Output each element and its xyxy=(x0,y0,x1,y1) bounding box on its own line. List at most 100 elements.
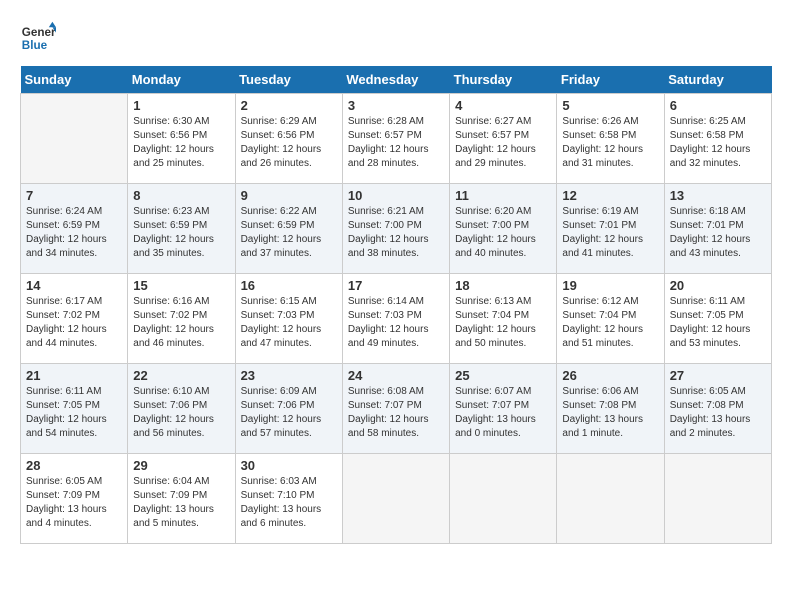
day-info: Sunrise: 6:17 AM Sunset: 7:02 PM Dayligh… xyxy=(26,295,122,351)
day-info: Sunrise: 6:10 AM Sunset: 7:06 PM Dayligh… xyxy=(133,385,229,441)
calendar-cell: 10 Sunrise: 6:21 AM Sunset: 7:00 PM Dayli… xyxy=(342,184,449,274)
day-info: Sunrise: 6:13 AM Sunset: 7:04 PM Dayligh… xyxy=(455,295,551,351)
day-number: 10 xyxy=(348,188,444,203)
calendar-cell: 8Sunrise: 6:23 AM Sunset: 6:59 PM Daylig… xyxy=(128,184,235,274)
day-info: Sunrise: 6:22 AM Sunset: 6:59 PM Dayligh… xyxy=(241,205,337,261)
calendar-cell: 25 Sunrise: 6:07 AM Sunset: 7:07 PM Dayli… xyxy=(450,364,557,454)
calendar-cell: 6 Sunrise: 6:25 AM Sunset: 6:58 PM Daylig… xyxy=(664,94,771,184)
calendar-cell: 2 Sunrise: 6:29 AM Sunset: 6:56 PM Daylig… xyxy=(235,94,342,184)
calendar-cell: 24 Sunrise: 6:08 AM Sunset: 7:07 PM Dayli… xyxy=(342,364,449,454)
calendar-cell: 21Sunrise: 6:11 AM Sunset: 7:05 PM Dayli… xyxy=(21,364,128,454)
day-info: Sunrise: 6:19 AM Sunset: 7:01 PM Dayligh… xyxy=(562,205,658,261)
day-number: 1 xyxy=(133,98,229,113)
day-info: Sunrise: 6:30 AM Sunset: 6:56 PM Dayligh… xyxy=(133,115,229,171)
day-number: 25 xyxy=(455,368,551,383)
calendar-cell: 28 Sunrise: 6:05 AM Sunset: 7:09 PM Dayli… xyxy=(21,454,128,544)
calendar-cell: 17 Sunrise: 6:14 AM Sunset: 7:03 PM Dayli… xyxy=(342,274,449,364)
calendar-cell xyxy=(664,454,771,544)
calendar-cell: 16Sunrise: 6:15 AM Sunset: 7:03 PM Dayli… xyxy=(235,274,342,364)
day-number: 29 xyxy=(133,458,229,473)
calendar-table: SundayMondayTuesdayWednesdayThursdayFrid… xyxy=(20,66,772,544)
calendar-cell: 19 Sunrise: 6:12 AM Sunset: 7:04 PM Dayli… xyxy=(557,274,664,364)
header-row: SundayMondayTuesdayWednesdayThursdayFrid… xyxy=(21,66,772,94)
day-info: Sunrise: 6:07 AM Sunset: 7:07 PM Dayligh… xyxy=(455,385,551,441)
calendar-cell: 15 Sunrise: 6:16 AM Sunset: 7:02 PM Dayli… xyxy=(128,274,235,364)
day-number: 7 xyxy=(26,188,122,203)
day-number: 6 xyxy=(670,98,766,113)
day-info: Sunrise: 6:29 AM Sunset: 6:56 PM Dayligh… xyxy=(241,115,337,171)
day-number: 17 xyxy=(348,278,444,293)
calendar-cell xyxy=(342,454,449,544)
calendar-week-1: 1 Sunrise: 6:30 AM Sunset: 6:56 PM Daylig… xyxy=(21,94,772,184)
day-number: 16 xyxy=(241,278,337,293)
day-number: 19 xyxy=(562,278,658,293)
day-info: Sunrise: 6:21 AM Sunset: 7:00 PM Dayligh… xyxy=(348,205,444,261)
day-number: 14 xyxy=(26,278,122,293)
calendar-cell: 30 Sunrise: 6:03 AM Sunset: 7:10 PM Dayli… xyxy=(235,454,342,544)
day-info: Sunrise: 6:08 AM Sunset: 7:07 PM Dayligh… xyxy=(348,385,444,441)
day-number: 28 xyxy=(26,458,122,473)
day-info: Sunrise: 6:12 AM Sunset: 7:04 PM Dayligh… xyxy=(562,295,658,351)
day-number: 11 xyxy=(455,188,551,203)
day-info: Sunrise: 6:18 AM Sunset: 7:01 PM Dayligh… xyxy=(670,205,766,261)
calendar-cell: 20 Sunrise: 6:11 AM Sunset: 7:05 PM Dayli… xyxy=(664,274,771,364)
logo-icon: General Blue xyxy=(20,20,56,56)
logo: General Blue xyxy=(20,20,60,56)
day-info: Sunrise: 6:04 AM Sunset: 7:09 PM Dayligh… xyxy=(133,475,229,531)
day-info: Sunrise: 6:11 AM Sunset: 7:05 PM Dayligh… xyxy=(670,295,766,351)
day-info: Sunrise: 6:23 AM Sunset: 6:59 PM Dayligh… xyxy=(133,205,229,261)
calendar-cell: 23 Sunrise: 6:09 AM Sunset: 7:06 PM Dayli… xyxy=(235,364,342,454)
calendar-cell: 26 Sunrise: 6:06 AM Sunset: 7:08 PM Dayli… xyxy=(557,364,664,454)
day-number: 24 xyxy=(348,368,444,383)
day-info: Sunrise: 6:27 AM Sunset: 6:57 PM Dayligh… xyxy=(455,115,551,171)
day-info: Sunrise: 6:05 AM Sunset: 7:08 PM Dayligh… xyxy=(670,385,766,441)
calendar-week-3: 14 Sunrise: 6:17 AM Sunset: 7:02 PM Dayli… xyxy=(21,274,772,364)
day-number: 26 xyxy=(562,368,658,383)
header-cell-monday: Monday xyxy=(128,66,235,94)
day-number: 2 xyxy=(241,98,337,113)
day-info: Sunrise: 6:03 AM Sunset: 7:10 PM Dayligh… xyxy=(241,475,337,531)
calendar-week-2: 7 Sunrise: 6:24 AM Sunset: 6:59 PM Daylig… xyxy=(21,184,772,274)
day-info: Sunrise: 6:25 AM Sunset: 6:58 PM Dayligh… xyxy=(670,115,766,171)
header-cell-friday: Friday xyxy=(557,66,664,94)
calendar-cell: 9Sunrise: 6:22 AM Sunset: 6:59 PM Daylig… xyxy=(235,184,342,274)
day-info: Sunrise: 6:09 AM Sunset: 7:06 PM Dayligh… xyxy=(241,385,337,441)
day-number: 18 xyxy=(455,278,551,293)
day-info: Sunrise: 6:20 AM Sunset: 7:00 PM Dayligh… xyxy=(455,205,551,261)
calendar-cell: 22 Sunrise: 6:10 AM Sunset: 7:06 PM Dayli… xyxy=(128,364,235,454)
calendar-cell: 5Sunrise: 6:26 AM Sunset: 6:58 PM Daylig… xyxy=(557,94,664,184)
page-header: General Blue xyxy=(20,20,772,56)
day-info: Sunrise: 6:06 AM Sunset: 7:08 PM Dayligh… xyxy=(562,385,658,441)
day-number: 22 xyxy=(133,368,229,383)
calendar-cell: 14 Sunrise: 6:17 AM Sunset: 7:02 PM Dayli… xyxy=(21,274,128,364)
day-info: Sunrise: 6:11 AM Sunset: 7:05 PM Dayligh… xyxy=(26,385,122,441)
calendar-cell xyxy=(557,454,664,544)
day-number: 23 xyxy=(241,368,337,383)
svg-text:General: General xyxy=(22,26,56,39)
svg-text:Blue: Blue xyxy=(22,39,48,52)
header-cell-wednesday: Wednesday xyxy=(342,66,449,94)
calendar-week-4: 21Sunrise: 6:11 AM Sunset: 7:05 PM Dayli… xyxy=(21,364,772,454)
day-number: 30 xyxy=(241,458,337,473)
header-cell-tuesday: Tuesday xyxy=(235,66,342,94)
day-number: 12 xyxy=(562,188,658,203)
calendar-cell: 18 Sunrise: 6:13 AM Sunset: 7:04 PM Dayli… xyxy=(450,274,557,364)
day-info: Sunrise: 6:05 AM Sunset: 7:09 PM Dayligh… xyxy=(26,475,122,531)
calendar-cell: 1 Sunrise: 6:30 AM Sunset: 6:56 PM Daylig… xyxy=(128,94,235,184)
day-number: 15 xyxy=(133,278,229,293)
day-info: Sunrise: 6:16 AM Sunset: 7:02 PM Dayligh… xyxy=(133,295,229,351)
calendar-cell: 3Sunrise: 6:28 AM Sunset: 6:57 PM Daylig… xyxy=(342,94,449,184)
calendar-cell xyxy=(450,454,557,544)
day-number: 20 xyxy=(670,278,766,293)
header-cell-sunday: Sunday xyxy=(21,66,128,94)
day-info: Sunrise: 6:24 AM Sunset: 6:59 PM Dayligh… xyxy=(26,205,122,261)
day-number: 13 xyxy=(670,188,766,203)
day-info: Sunrise: 6:14 AM Sunset: 7:03 PM Dayligh… xyxy=(348,295,444,351)
calendar-cell: 11 Sunrise: 6:20 AM Sunset: 7:00 PM Dayli… xyxy=(450,184,557,274)
day-number: 5 xyxy=(562,98,658,113)
calendar-cell xyxy=(21,94,128,184)
calendar-cell: 7 Sunrise: 6:24 AM Sunset: 6:59 PM Daylig… xyxy=(21,184,128,274)
header-cell-saturday: Saturday xyxy=(664,66,771,94)
calendar-cell: 12 Sunrise: 6:19 AM Sunset: 7:01 PM Dayli… xyxy=(557,184,664,274)
calendar-cell: 4Sunrise: 6:27 AM Sunset: 6:57 PM Daylig… xyxy=(450,94,557,184)
